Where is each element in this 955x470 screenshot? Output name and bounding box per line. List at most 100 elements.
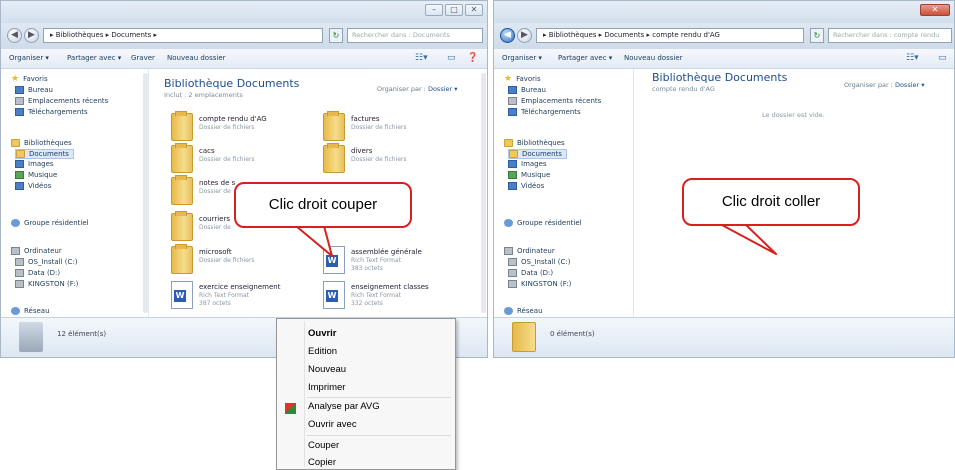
arrange-by[interactable]: Organiser par : Dossier ▾ bbox=[844, 81, 925, 89]
nav-homegroup[interactable]: Groupe résidentiel bbox=[504, 219, 582, 227]
minimize-button[interactable]: – bbox=[425, 4, 443, 16]
library-icon bbox=[19, 322, 43, 352]
search-input[interactable]: Rechercher dans : compte rendu bbox=[828, 28, 952, 43]
nav-libraries[interactable]: Bibliothèques bbox=[11, 139, 72, 147]
nav-drive-c[interactable]: OS_Install (C:) bbox=[508, 258, 570, 266]
nav-images[interactable]: Images bbox=[15, 160, 54, 168]
arrange-value[interactable]: Dossier ▾ bbox=[428, 85, 458, 93]
nav-music[interactable]: Musique bbox=[15, 171, 57, 179]
address-bar[interactable]: ▸ Bibliothèques ▸ Documents ▸ bbox=[43, 28, 323, 43]
view-options-icon[interactable]: ☷▾ bbox=[906, 53, 919, 63]
nav-favorites[interactable]: ★ Favoris bbox=[11, 75, 48, 84]
file-size: 387 octets bbox=[199, 300, 231, 307]
desktop-icon bbox=[508, 86, 517, 94]
context-menu: Ouvrir Edition Nouveau Imprimer Analyse … bbox=[276, 318, 456, 470]
nav-homegroup[interactable]: Groupe résidentiel bbox=[11, 219, 89, 227]
forward-button[interactable]: ▶ bbox=[24, 28, 39, 43]
nav-videos[interactable]: Vidéos bbox=[15, 182, 51, 190]
nav-drive-d[interactable]: Data (D:) bbox=[15, 269, 60, 277]
forward-button[interactable]: ▶ bbox=[517, 28, 532, 43]
close-button[interactable]: ✕ bbox=[465, 4, 483, 16]
nav-scrollbar[interactable] bbox=[143, 73, 148, 313]
nav-documents[interactable]: Documents bbox=[508, 149, 567, 159]
folder-icon bbox=[512, 322, 536, 352]
menu-item-cut[interactable]: Couper bbox=[308, 440, 339, 451]
file-name: assemblée générale bbox=[351, 248, 422, 256]
file-item[interactable]: divers Dossier de fichiers bbox=[323, 143, 473, 181]
preview-pane-icon[interactable]: ▭ bbox=[938, 53, 947, 63]
menu-item-open[interactable]: Ouvrir bbox=[308, 328, 337, 339]
view-options-icon[interactable]: ☷▾ bbox=[415, 53, 428, 63]
nav-desktop[interactable]: Bureau bbox=[15, 86, 53, 94]
close-button[interactable]: ✕ bbox=[920, 4, 950, 16]
file-item[interactable]: factures Dossier de fichiers bbox=[323, 111, 473, 149]
file-type: Dossier de fichiers bbox=[351, 124, 407, 131]
back-button[interactable]: ◀ bbox=[500, 28, 515, 43]
nav-computer[interactable]: Ordinateur bbox=[504, 247, 555, 255]
share-button[interactable]: Partager avec ▾ bbox=[67, 54, 121, 62]
share-button[interactable]: Partager avec ▾ bbox=[558, 54, 612, 62]
nav-favorites[interactable]: ★ Favoris bbox=[504, 75, 541, 84]
back-button[interactable]: ◀ bbox=[7, 28, 22, 43]
nav-label: Emplacements récents bbox=[521, 97, 602, 105]
menu-item-print[interactable]: Imprimer bbox=[308, 382, 345, 393]
item-count: 12 élément(s) bbox=[57, 330, 107, 338]
file-item[interactable]: microsoft Dossier de fichiers bbox=[171, 244, 321, 282]
help-icon[interactable]: ❓ bbox=[467, 53, 478, 63]
menu-item-edit[interactable]: Edition bbox=[308, 346, 337, 357]
nav-music[interactable]: Musique bbox=[508, 171, 550, 179]
organize-button[interactable]: Organiser ▾ bbox=[502, 54, 542, 62]
new-folder-button[interactable]: Nouveau dossier bbox=[624, 54, 683, 62]
nav-downloads[interactable]: Téléchargements bbox=[508, 108, 581, 116]
nav-libraries[interactable]: Bibliothèques bbox=[504, 139, 565, 147]
refresh-icon[interactable]: ↻ bbox=[810, 28, 824, 43]
file-item[interactable]: cacs Dossier de fichiers bbox=[171, 143, 321, 181]
nav-label: Ordinateur bbox=[24, 247, 62, 255]
nav-network[interactable]: Réseau bbox=[504, 307, 543, 315]
organize-button[interactable]: Organiser ▾ bbox=[9, 54, 49, 62]
homegroup-icon bbox=[504, 219, 513, 227]
file-item[interactable]: enseignement classesRich Text Format332 … bbox=[323, 281, 473, 317]
preview-pane-icon[interactable]: ▭ bbox=[447, 53, 456, 63]
images-icon bbox=[15, 160, 24, 168]
nav-images[interactable]: Images bbox=[508, 160, 547, 168]
title-bar: – □ ✕ bbox=[1, 1, 487, 23]
nav-label: Groupe résidentiel bbox=[24, 219, 89, 227]
file-item[interactable]: compte rendu d'AG Dossier de fichiers bbox=[171, 111, 321, 149]
nav-label: Musique bbox=[521, 171, 551, 179]
folder-subtitle: compte rendu d'AG bbox=[652, 85, 715, 93]
downloads-icon bbox=[15, 108, 24, 116]
menu-item-open-with[interactable]: Ouvrir avec bbox=[308, 419, 357, 430]
folder-icon bbox=[323, 111, 345, 141]
nav-computer[interactable]: Ordinateur bbox=[11, 247, 62, 255]
nav-drive-c[interactable]: OS_Install (C:) bbox=[15, 258, 77, 266]
nav-recent[interactable]: Emplacements récents bbox=[508, 97, 601, 105]
nav-drive-f[interactable]: KINGSTON (F:) bbox=[508, 280, 571, 288]
command-bar: Organiser ▾ Partager avec ▾ Nouveau doss… bbox=[494, 49, 954, 69]
file-item[interactable]: exercice enseignementRich Text Format387… bbox=[171, 281, 321, 317]
content-scrollbar[interactable] bbox=[481, 73, 486, 313]
nav-drive-d[interactable]: Data (D:) bbox=[508, 269, 553, 277]
maximize-button[interactable]: □ bbox=[445, 4, 463, 16]
nav-documents[interactable]: Documents bbox=[15, 149, 74, 159]
menu-item-avg-scan[interactable]: Analyse par AVG bbox=[308, 401, 380, 412]
nav-downloads[interactable]: Téléchargements bbox=[15, 108, 88, 116]
nav-recent[interactable]: Emplacements récents bbox=[15, 97, 108, 105]
nav-drive-f[interactable]: KINGSTON (F:) bbox=[15, 280, 78, 288]
search-input[interactable]: Rechercher dans : Documents bbox=[347, 28, 483, 43]
nav-desktop[interactable]: Bureau bbox=[508, 86, 546, 94]
nav-network[interactable]: Réseau bbox=[11, 307, 50, 315]
menu-item-copy[interactable]: Copier bbox=[308, 457, 336, 468]
nav-videos[interactable]: Vidéos bbox=[508, 182, 544, 190]
burn-button[interactable]: Graver bbox=[131, 54, 155, 62]
address-bar[interactable]: ▸ Bibliothèques ▸ Documents ▸ compte ren… bbox=[536, 28, 804, 43]
file-item[interactable]: assemblée généraleRich Text Format383 oc… bbox=[323, 246, 473, 282]
menu-item-new[interactable]: Nouveau bbox=[308, 364, 346, 375]
library-locations-link[interactable]: Inclut : 2 emplacements bbox=[164, 91, 243, 99]
arrange-by[interactable]: Organiser par : Dossier ▾ bbox=[377, 85, 458, 93]
documents-icon bbox=[16, 150, 25, 158]
refresh-icon[interactable]: ↻ bbox=[329, 28, 343, 43]
arrange-value[interactable]: Dossier ▾ bbox=[895, 81, 925, 89]
new-folder-button[interactable]: Nouveau dossier bbox=[167, 54, 226, 62]
file-name: microsoft bbox=[199, 248, 232, 256]
